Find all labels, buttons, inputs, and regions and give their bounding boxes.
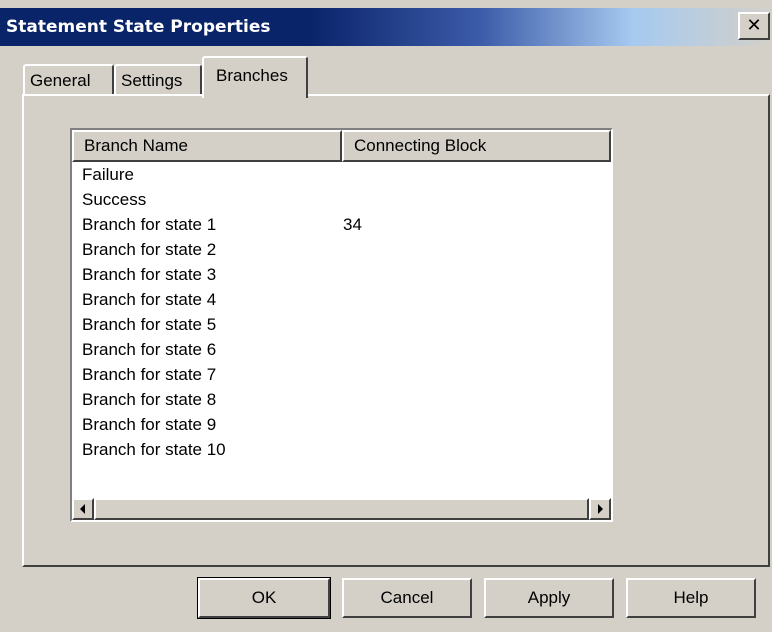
window-title: Statement State Properties	[6, 17, 271, 37]
branch-name-cell: Branch for state 10	[82, 440, 226, 459]
list-item[interactable]: Branch for state 1 34	[72, 212, 611, 237]
list-item[interactable]: Failure	[72, 162, 611, 187]
list-rows: Failure Success Branch for state 1 34 Bra…	[72, 162, 611, 462]
list-item[interactable]: Branch for state 6	[72, 337, 611, 362]
list-item[interactable]: Branch for state 9	[72, 412, 611, 437]
branch-name-cell: Branch for state 8	[82, 390, 217, 409]
branch-name-cell: Branch for state 5	[82, 315, 217, 334]
branch-name-cell: Branch for state 6	[82, 340, 217, 359]
branch-name-cell: Branch for state 7	[82, 365, 217, 384]
cancel-button[interactable]: Cancel	[342, 578, 472, 618]
arrow-left-icon	[80, 504, 85, 514]
branch-name-cell: Branch for state 4	[82, 290, 217, 309]
list-item[interactable]: Branch for state 5	[72, 312, 611, 337]
scroll-thumb[interactable]	[94, 498, 589, 520]
list-item[interactable]: Branch for state 3	[72, 262, 611, 287]
tab-general[interactable]: General	[23, 64, 114, 96]
properties-dialog: Statement State Properties ✕ General Set…	[0, 0, 772, 632]
branch-name-cell: Branch for state 1	[82, 215, 217, 234]
list-item[interactable]: Branch for state 2	[72, 237, 611, 262]
close-button[interactable]: ✕	[738, 12, 770, 40]
column-header-connecting-block[interactable]: Connecting Block	[342, 130, 611, 162]
ok-button[interactable]: OK	[197, 577, 331, 619]
help-button[interactable]: Help	[626, 578, 756, 618]
arrow-right-icon	[598, 504, 603, 514]
list-item[interactable]: Branch for state 8	[72, 387, 611, 412]
horizontal-scrollbar[interactable]	[72, 498, 611, 520]
tab-branches[interactable]: Branches	[202, 56, 308, 98]
scroll-right-button[interactable]	[589, 498, 611, 520]
column-header-branch-name[interactable]: Branch Name	[72, 130, 342, 162]
list-item[interactable]: Branch for state 7	[72, 362, 611, 387]
branches-list[interactable]: Branch Name Connecting Block Failure Suc…	[70, 128, 613, 522]
branch-name-cell: Branch for state 3	[82, 265, 217, 284]
title-bar: Statement State Properties ✕	[0, 8, 772, 46]
list-item[interactable]: Branch for state 10	[72, 437, 611, 462]
branch-name-cell: Failure	[82, 165, 134, 184]
tab-settings[interactable]: Settings	[114, 64, 202, 96]
branch-name-cell: Branch for state 2	[82, 240, 217, 259]
scroll-left-button[interactable]	[72, 498, 94, 520]
close-icon: ✕	[746, 15, 762, 36]
list-item[interactable]: Success	[72, 187, 611, 212]
branch-name-cell: Success	[82, 190, 147, 209]
connecting-block-cell: 34	[343, 215, 362, 234]
list-item[interactable]: Branch for state 4	[72, 287, 611, 312]
branch-name-cell: Branch for state 9	[82, 415, 217, 434]
apply-button[interactable]: Apply	[484, 578, 614, 618]
